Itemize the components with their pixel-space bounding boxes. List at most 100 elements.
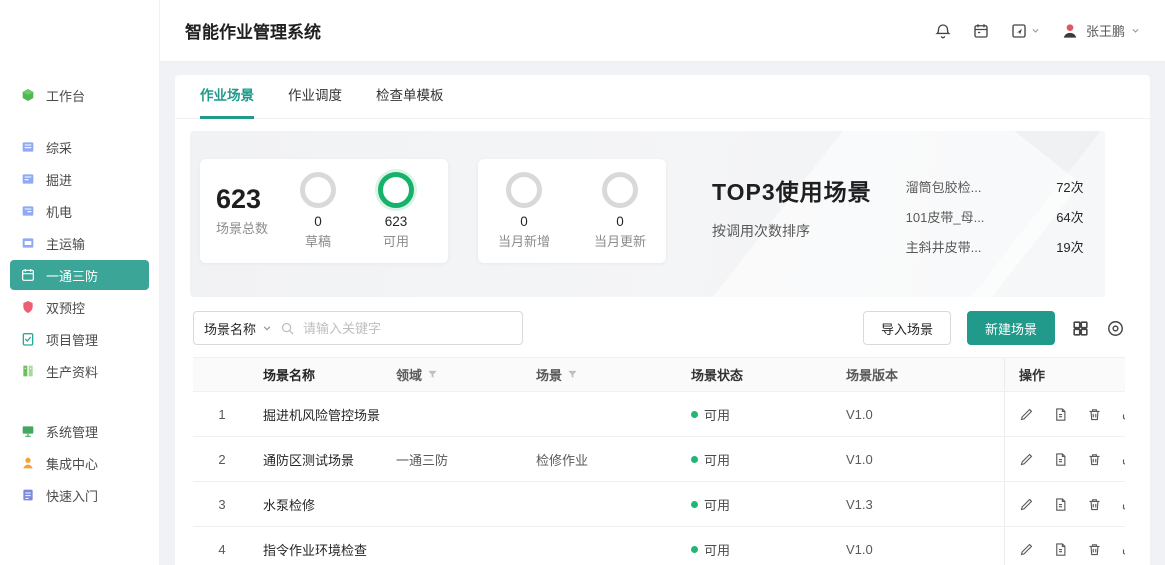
edit-button[interactable] [1019,542,1034,557]
table-row: 3 水泵检修 可用 V1.3 [193,482,1125,527]
cell-scene [524,392,679,436]
table-row: 1 掘进机风险管控场景 可用 V1.0 [193,392,1125,437]
sidebar-item-label: 综采 [46,138,72,157]
scene-total-card: 623 场景总数 0 草稿 623 可用 [200,159,448,263]
header-scene-name: 场景名称 [251,358,384,391]
sidebar-item-shuangyukong[interactable]: 双预控 [10,292,149,322]
status-dot [691,456,698,463]
user-name: 张王鹏 [1086,21,1125,40]
tab-scene[interactable]: 作业场景 [200,75,254,119]
calendar-button[interactable] [972,22,990,40]
sidebar-item-label: 工作台 [46,86,85,105]
cell-index: 2 [193,437,251,481]
card-view-toggle-button[interactable] [1071,319,1090,338]
sidebar-item-jidian[interactable]: 机电 [10,196,149,226]
cell-index: 4 [193,527,251,565]
available-count: 623 [385,214,408,229]
top3-item-name: 主斜井皮带... [906,237,982,256]
top3-item: 溜筒包胶检... 72次 [906,177,1084,196]
guide-icon [20,487,36,503]
month-updated-count: 0 [616,214,624,229]
clipboard-icon [20,331,36,347]
tab-schedule[interactable]: 作业调度 [288,75,342,119]
top3-title: TOP3使用场景 [712,173,872,207]
sidebar-item-label: 机电 [46,202,72,221]
scene-filter-button[interactable] [567,369,578,380]
delete-button[interactable] [1087,452,1102,467]
workbench-icon [20,87,36,103]
settings-target-icon [1106,319,1125,338]
search-field-label: 场景名称 [204,319,256,338]
tunneling-module-icon [20,171,36,187]
user-menu[interactable]: 张王鹏 [1060,21,1140,41]
cell-domain: 一通三防 [384,437,524,481]
status-dot [691,501,698,508]
sidebar-item-zhuyunshu[interactable]: 主运输 [10,228,149,258]
domain-filter-button[interactable] [427,369,438,380]
sidebar-item-yitongsanfang[interactable]: 一通三防 [10,260,149,290]
chevron-down-icon [1131,26,1140,35]
top3-item: 101皮带_母... 64次 [906,207,1084,226]
copy-button[interactable] [1053,497,1068,512]
sidebar-item-xiangmuguanli[interactable]: 项目管理 [10,324,149,354]
table-header-row: 场景名称 领域 场景 场景状 [193,358,1125,392]
cell-actions [1004,482,1125,526]
bell-icon [934,22,952,40]
sidebar-item-juejin[interactable]: 掘进 [10,164,149,194]
edit-button[interactable] [1019,497,1034,512]
search-input[interactable] [303,321,512,336]
delete-button[interactable] [1087,497,1102,512]
month-new-label: 当月新增 [498,231,550,250]
cell-scene [524,482,679,526]
page-title: 智能作业管理系统 [185,18,321,43]
export-button[interactable] [1121,452,1125,467]
cell-version: V1.0 [834,527,1004,565]
filter-funnel-icon [427,369,438,380]
copy-button[interactable] [1053,542,1068,557]
table-toolbar: 场景名称 导入场景 新建场景 [193,311,1125,345]
delete-button[interactable] [1087,407,1102,422]
cell-scene-name: 通防区测试场景 [251,437,384,481]
delete-button[interactable] [1087,542,1102,557]
sidebar-item-workbench[interactable]: 工作台 [10,80,149,110]
sidebar-item-zongcai[interactable]: 综采 [10,132,149,162]
draft-label: 草稿 [305,231,331,250]
notification-bell-button[interactable] [934,22,952,40]
sidebar-item-kuairurumen[interactable]: 快速入门 [10,480,149,510]
cell-index: 3 [193,482,251,526]
edit-button[interactable] [1019,407,1034,422]
export-button[interactable] [1121,497,1125,512]
export-button[interactable] [1121,407,1125,422]
pencil-icon [1019,407,1034,422]
table-row: 4 指令作业环境检查 可用 V1.0 [193,527,1125,565]
sidebar-group-gap [0,112,159,130]
pencil-icon [1019,542,1034,557]
calendar-icon [972,22,990,40]
sidebar-item-shengchanziliao[interactable]: 生产资料 [10,356,149,386]
top3-panel: TOP3使用场景 按调用次数排序 溜筒包胶检... 72次 101皮带_母... [712,159,1084,267]
sidebar-item-xitongguanli[interactable]: 系统管理 [10,416,149,446]
copy-button[interactable] [1053,407,1068,422]
sidebar-item-jichengzhongxin[interactable]: 集成中心 [10,448,149,478]
cell-status: 可用 [679,527,834,565]
import-scene-button[interactable]: 导入场景 [863,311,951,345]
available-ring: 623 可用 [368,172,424,250]
sidebar-item-label: 系统管理 [46,422,98,441]
cell-scene-name: 掘进机风险管控场景 [251,392,384,436]
monthly-stats-card: 0 当月新增 0 当月更新 [478,159,666,263]
chevron-down-icon [1031,26,1040,35]
table-settings-button[interactable] [1106,319,1125,338]
edit-button[interactable] [1019,452,1034,467]
export-button[interactable] [1121,542,1125,557]
tab-bar: 作业场景 作业调度 检查单模板 [175,75,1150,119]
book-icon [20,363,36,379]
document-icon [1053,542,1068,557]
search-field-select[interactable]: 场景名称 [204,319,272,338]
app-switch-button[interactable] [1010,22,1040,40]
copy-button[interactable] [1053,452,1068,467]
status-dot [691,546,698,553]
create-scene-button[interactable]: 新建场景 [967,311,1055,345]
month-new-count: 0 [520,214,528,229]
scene-total-label: 场景总数 [216,218,268,237]
tab-checklist-template[interactable]: 检查单模板 [376,75,444,119]
